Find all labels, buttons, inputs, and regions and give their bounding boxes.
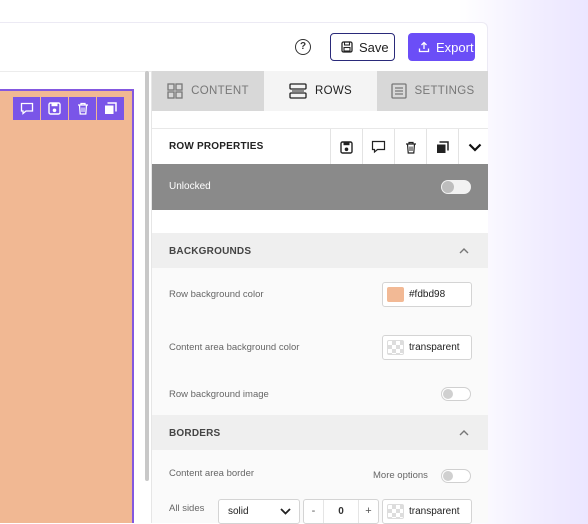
row-background-image-row: Row background image: [152, 373, 488, 416]
tab-settings[interactable]: SETTINGS: [377, 71, 488, 111]
comment-icon[interactable]: [362, 129, 394, 165]
row-toolbar: [13, 97, 124, 120]
borders-section-header[interactable]: BORDERS: [152, 415, 488, 450]
comment-icon[interactable]: [13, 97, 40, 120]
content-bg-color-value: transparent: [409, 342, 460, 353]
content-bg-color-picker[interactable]: transparent: [382, 335, 472, 360]
lock-toggle[interactable]: [441, 180, 471, 194]
row-bg-color-value: #fdbd98: [409, 289, 446, 300]
export-button[interactable]: Export: [408, 33, 475, 61]
content-border-label: Content area border: [169, 468, 255, 479]
backgrounds-section-header[interactable]: BACKGROUNDS: [152, 233, 488, 268]
save-button[interactable]: Save: [330, 33, 395, 61]
row-bg-color-picker[interactable]: #fdbd98: [382, 282, 472, 307]
chevron-up-icon: [459, 248, 469, 254]
export-label: Export: [436, 39, 474, 55]
chevron-up-icon: [459, 430, 469, 436]
row-background-color-row: Row background color #fdbd98: [152, 268, 488, 321]
save-icon[interactable]: [330, 129, 362, 165]
save-label: Save: [359, 39, 389, 55]
grid-icon: [167, 83, 183, 99]
more-options-label: More options: [373, 470, 428, 481]
properties-panel: CONTENT ROWS SETTINGS ROW PROPERTIES Unl…: [151, 71, 488, 524]
lock-bar: Unlocked: [152, 164, 488, 210]
lock-status-label: Unlocked: [169, 181, 211, 192]
more-options-toggle[interactable]: [441, 469, 471, 483]
save-icon: [341, 41, 353, 53]
duplicate-icon[interactable]: [426, 129, 458, 165]
rows-icon: [289, 83, 307, 99]
transparent-swatch: [387, 340, 404, 355]
trash-icon[interactable]: [394, 129, 426, 165]
export-icon: [418, 41, 430, 53]
color-swatch: [387, 287, 404, 302]
save-icon[interactable]: [41, 97, 68, 120]
top-bar: ? Save Export: [0, 23, 487, 72]
tab-content[interactable]: CONTENT: [152, 71, 264, 111]
selected-row-canvas[interactable]: [0, 89, 134, 523]
help-icon[interactable]: ?: [295, 39, 311, 55]
all-sides-label: All sides: [169, 503, 205, 514]
chevron-down-icon[interactable]: [458, 129, 490, 165]
borders-title: BORDERS: [169, 428, 221, 439]
content-bg-color-label: Content area background color: [169, 342, 300, 353]
row-properties-header: ROW PROPERTIES: [152, 128, 488, 165]
settings-list-icon: [390, 83, 407, 99]
row-bg-image-label: Row background image: [169, 389, 269, 400]
row-properties-actions: [330, 129, 490, 165]
row-bg-image-toggle[interactable]: [441, 387, 471, 401]
editor-window: ? Save Export CONTENT ROWS SETTINGS ROW …: [0, 22, 488, 524]
content-area-background-row: Content area background color transparen…: [152, 320, 488, 374]
panel-tabs: CONTENT ROWS SETTINGS: [152, 71, 488, 111]
canvas-scrollbar[interactable]: [145, 71, 149, 481]
row-properties-title: ROW PROPERTIES: [169, 141, 264, 152]
tab-rows[interactable]: ROWS: [264, 71, 377, 111]
trash-icon[interactable]: [69, 97, 96, 120]
duplicate-icon[interactable]: [97, 97, 124, 120]
row-bg-color-label: Row background color: [169, 289, 264, 300]
tab-content-label: CONTENT: [191, 85, 249, 97]
backgrounds-title: BACKGROUNDS: [169, 246, 252, 257]
tab-settings-label: SETTINGS: [414, 85, 475, 97]
tab-rows-label: ROWS: [315, 85, 352, 97]
